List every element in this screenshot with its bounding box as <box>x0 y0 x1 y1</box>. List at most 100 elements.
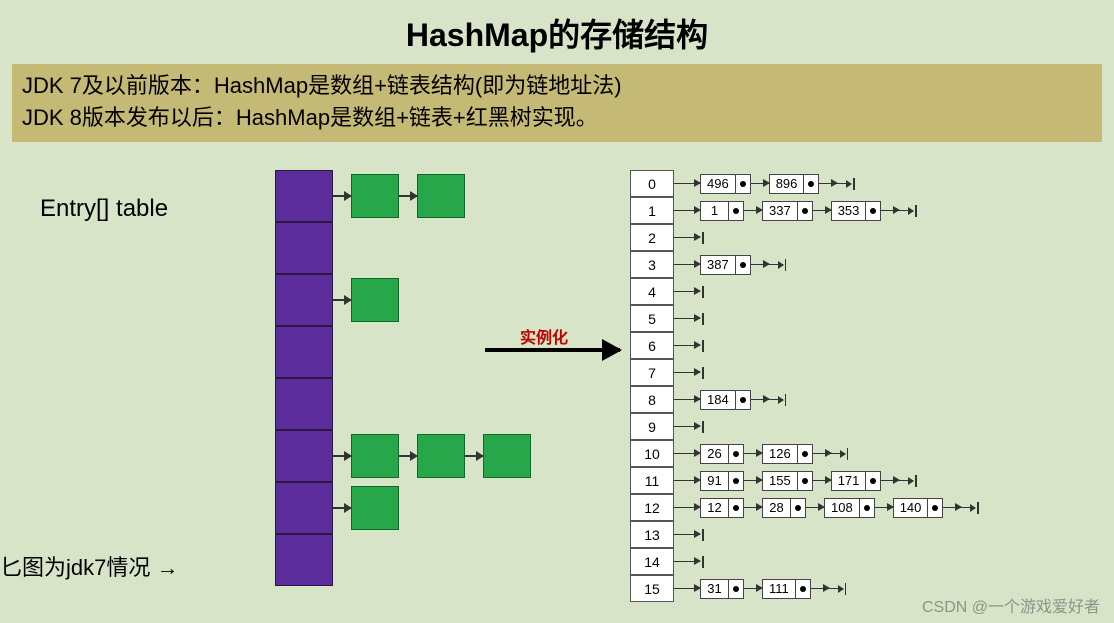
entry-table-label: Entry[] table <box>40 195 168 223</box>
pointer-icon <box>729 472 743 490</box>
node-arrow <box>744 480 762 482</box>
hash-node-value: 28 <box>763 499 791 517</box>
desc-line-2: JDK 8版本发布以后：HashMap是数组+链表+红黑树实现。 <box>22 102 1092 134</box>
description-box: JDK 7及以前版本：HashMap是数组+链表结构(即为链地址法) JDK 8… <box>12 64 1102 142</box>
null-terminator <box>702 340 704 352</box>
chain-arrow <box>333 455 351 457</box>
hash-row: 1026126 <box>630 440 979 467</box>
pointer-icon <box>798 445 812 463</box>
entry-array <box>275 170 333 586</box>
hash-node: 337 <box>762 201 813 221</box>
hash-node: 155 <box>762 471 813 491</box>
pointer-icon <box>798 202 812 220</box>
pointer-icon <box>729 445 743 463</box>
chain-arrow <box>333 507 351 509</box>
pointer-icon <box>791 499 805 517</box>
null-terminator <box>915 205 917 217</box>
hash-row: 3387 <box>630 251 979 278</box>
page-title: HashMap的存储结构 <box>0 0 1114 64</box>
chain-arrow <box>465 455 483 457</box>
hash-node-value: 184 <box>701 391 736 409</box>
jdk7-caption: 匕图为jdk7情况 → <box>0 550 178 582</box>
hash-row: 13 <box>630 521 979 548</box>
end-stub <box>831 453 845 455</box>
instantiate-arrow <box>485 348 620 352</box>
node-arrow <box>881 210 899 212</box>
bucket-index: 8 <box>630 386 674 413</box>
pointer-icon <box>928 499 942 517</box>
end-stub <box>899 480 913 482</box>
hash-node: 12 <box>700 498 744 518</box>
hash-node: 91 <box>700 471 744 491</box>
node-arrow <box>811 588 829 590</box>
null-terminator <box>702 286 704 298</box>
linked-chain <box>333 174 465 218</box>
node-arrow <box>943 507 961 509</box>
bucket-index: 3 <box>630 251 674 278</box>
hash-node-value: 26 <box>701 445 729 463</box>
null-terminator <box>702 556 704 568</box>
hash-row: 8 184 <box>630 386 979 413</box>
entry-array-slot <box>275 170 333 222</box>
entry-array-slot <box>275 482 333 534</box>
bucket-index: 1 <box>630 197 674 224</box>
node-arrow <box>813 480 831 482</box>
bucket-index: 12 <box>630 494 674 521</box>
null-terminator <box>785 394 787 406</box>
pointer-icon <box>804 175 818 193</box>
bucket-arrow <box>674 264 700 266</box>
hash-node-value: 31 <box>701 580 729 598</box>
bucket-arrow <box>674 345 700 347</box>
end-stub <box>899 210 913 212</box>
end-stub <box>829 588 843 590</box>
hash-node-value: 91 <box>701 472 729 490</box>
node-arrow <box>813 453 831 455</box>
hash-node: 896 <box>769 174 820 194</box>
hash-node: 108 <box>824 498 875 518</box>
bucket-arrow <box>674 237 700 239</box>
pointer-icon <box>798 472 812 490</box>
entry-node <box>351 486 399 530</box>
pointer-icon <box>736 391 750 409</box>
hash-node: 353 <box>831 201 882 221</box>
node-arrow <box>744 588 762 590</box>
hash-node: 171 <box>831 471 882 491</box>
node-arrow <box>751 183 769 185</box>
hash-node-value: 12 <box>701 499 729 517</box>
node-arrow <box>751 399 769 401</box>
end-stub <box>961 507 975 509</box>
hash-row: 121228108140 <box>630 494 979 521</box>
hash-node-value: 337 <box>763 202 798 220</box>
node-arrow <box>751 264 769 266</box>
bucket-index: 11 <box>630 467 674 494</box>
bucket-arrow <box>674 183 700 185</box>
hash-row: 5 <box>630 305 979 332</box>
chain-arrow <box>399 455 417 457</box>
hash-table: 0496896113373532338745678184910261261191… <box>630 170 979 602</box>
bucket-index: 4 <box>630 278 674 305</box>
null-terminator <box>977 502 979 514</box>
entry-node <box>351 278 399 322</box>
hash-node: 31 <box>700 579 744 599</box>
bucket-index: 7 <box>630 359 674 386</box>
hash-row: 11 91 155 171 <box>630 467 979 494</box>
null-terminator <box>702 313 704 325</box>
bucket-arrow <box>674 372 700 374</box>
null-terminator <box>847 448 849 460</box>
hash-row: 2 <box>630 224 979 251</box>
entry-node <box>351 174 399 218</box>
bucket-index: 9 <box>630 413 674 440</box>
hash-node-value: 896 <box>770 175 805 193</box>
entry-array-slot <box>275 534 333 586</box>
node-arrow <box>881 480 899 482</box>
hash-row: 1 1 337 353 <box>630 197 979 224</box>
hash-node-value: 1 <box>701 202 729 220</box>
node-arrow <box>744 507 762 509</box>
hash-node-value: 108 <box>825 499 860 517</box>
hash-node-value: 353 <box>832 202 867 220</box>
watermark: CSDN @一个游戏爱好者 <box>922 593 1100 617</box>
null-terminator <box>702 232 704 244</box>
bucket-index: 15 <box>630 575 674 602</box>
node-arrow <box>806 507 824 509</box>
chain-arrow <box>333 299 351 301</box>
